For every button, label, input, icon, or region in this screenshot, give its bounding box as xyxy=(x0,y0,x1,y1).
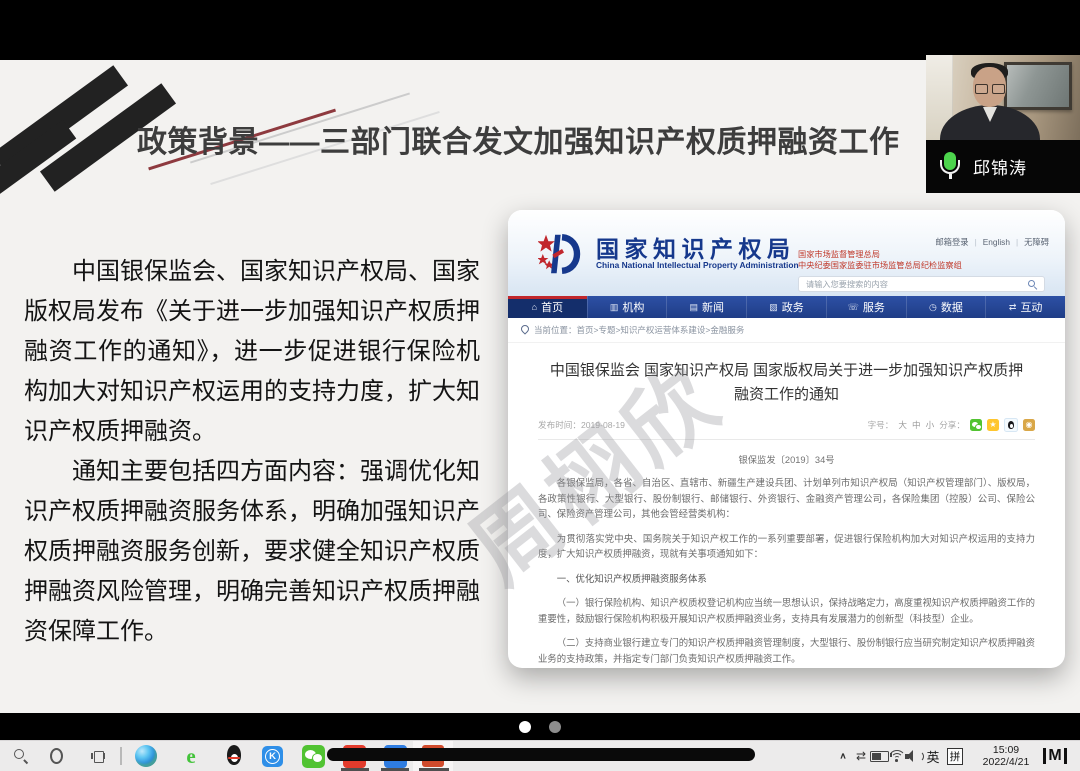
article: 中国银保监会 国家知识产权局 国家版权局关于进一步加强知识产权质押 融资工作的通… xyxy=(508,343,1065,666)
search-icon[interactable] xyxy=(1028,280,1037,289)
share-wechat-icon[interactable] xyxy=(970,419,982,431)
cortana-icon[interactable] xyxy=(50,748,63,764)
link-accessible[interactable]: 无障碍 xyxy=(1024,236,1049,248)
font-size-medium-button[interactable]: 中 xyxy=(912,419,921,431)
slide-body: 中国银保监会、国家知识产权局、国家版权局发布《关于进一步加强知识产权质押融资工作… xyxy=(24,252,480,652)
webcam-name-bar: 邱锦涛 xyxy=(926,140,1080,193)
clock-date: 2022/4/21 xyxy=(974,756,1038,769)
k-app-icon[interactable]: K xyxy=(262,746,283,767)
presenter-name: 邱锦涛 xyxy=(973,154,1027,179)
hidden-icons-chevron-icon[interactable]: ∧ xyxy=(839,751,846,760)
clock-chart-icon: ◷ xyxy=(929,302,937,313)
site-top-links: 邮箱登录 | English | 无障碍 xyxy=(935,236,1049,248)
link-english[interactable]: English xyxy=(983,237,1010,247)
cnipa-logo-icon xyxy=(538,230,586,278)
site-nav-gov[interactable]: ▧ 政务 xyxy=(746,296,826,318)
search-placeholder: 请输入您要搜索的内容 xyxy=(806,278,888,290)
webcam-video: 邱锦涛 xyxy=(926,55,1080,193)
article-paragraph: 为贯彻落实党中央、国务院关于知识产权工作的一系列重要部署，促进银行保险机构加大对… xyxy=(538,531,1035,562)
article-paragraph: （二）支持商业银行建立专门的知识产权质押融资管理制度，大型银行、股份制银行应当研… xyxy=(538,635,1035,666)
home-icon: ⌂ xyxy=(532,302,537,312)
interact-icon: ⇄ xyxy=(1009,302,1017,313)
font-size-label: 字号： xyxy=(868,419,894,431)
site-logo-title: 国家知识产权局 xyxy=(596,230,796,264)
article-section-heading: 一、优化知识产权质押融资服务体系 xyxy=(538,571,1035,587)
font-size-large-button[interactable]: 大 xyxy=(898,419,907,431)
site-search-input[interactable]: 请输入您要搜索的内容 xyxy=(798,276,1045,292)
document-icon: ▧ xyxy=(769,302,778,313)
news-icon: ▤ xyxy=(690,302,699,313)
share-qq-icon[interactable] xyxy=(1004,418,1018,432)
site-header: 国家知识产权局 China National Intellectual Prop… xyxy=(508,210,1065,296)
edge-browser-icon[interactable] xyxy=(135,745,157,767)
slide-pagination xyxy=(0,713,1080,740)
article-paragraph: 各银保监局，各省、自治区、直辖市、新疆生产建设兵团、计划单列市知识产权局（知识产… xyxy=(538,475,1035,522)
picture-frame xyxy=(1004,62,1072,110)
slide-dot[interactable] xyxy=(549,721,561,733)
link-mail-login[interactable]: 邮箱登录 xyxy=(935,236,968,248)
share-qzone-icon[interactable]: ★ xyxy=(987,419,999,431)
green-browser-icon[interactable]: e xyxy=(186,746,195,767)
breadcrumb: 当前位置：首页>专题>知识产权运营体系建设>金融服务 xyxy=(508,318,1065,343)
presentation-slide: 政策背景——三部门联合发文加强知识产权质押融资工作 中国银保监会、国家知识产权局… xyxy=(0,60,1080,713)
site-logo-subtitle: China National Intellectual Property Adm… xyxy=(596,260,799,270)
article-meta: 发布时间：2019-08-19 字号： 大 中 小 分享： ★ ◉ xyxy=(538,418,1035,440)
site-nav-data[interactable]: ◷ 数据 xyxy=(906,296,986,318)
clock-time: 15:09 xyxy=(974,744,1038,757)
task-view-icon[interactable] xyxy=(91,750,105,762)
battery-icon[interactable] xyxy=(870,751,889,762)
publish-time: 发布时间：2019-08-19 xyxy=(538,419,625,431)
taskbar: e K ••• ∧ ⇄ 英 拼 15:09 2022/4/21 M xyxy=(0,740,1080,771)
gov-website-screenshot: 国家知识产权局 China National Intellectual Prop… xyxy=(508,210,1065,668)
wechat-icon[interactable] xyxy=(302,745,325,768)
location-pin-icon xyxy=(519,323,530,334)
m-logo: M xyxy=(1043,748,1067,764)
font-size-small-button[interactable]: 小 xyxy=(926,419,935,431)
site-nav: ⌂ 首页 ▥ 机构 ▤ 新闻 ▧ 政务 ☏ 服务 xyxy=(508,296,1065,318)
ime-language-indicator[interactable]: 英 xyxy=(926,747,939,766)
site-nav-org[interactable]: ▥ 机构 xyxy=(587,296,667,318)
ime-pinyin-indicator[interactable]: 拼 xyxy=(947,748,963,765)
article-paragraph: （一）银行保险机构、知识产权质权登记机构应当统一思想认识，保持战略定力，高度重视… xyxy=(538,595,1035,626)
microphone-on-icon xyxy=(939,151,961,182)
redaction-bar xyxy=(327,748,755,761)
webcam-picture xyxy=(926,55,1080,140)
presenter-glasses xyxy=(975,84,1005,94)
building-icon: ▥ xyxy=(610,302,619,313)
slide-title: 政策背景——三部门联合发文加强知识产权质押融资工作 xyxy=(137,117,937,161)
site-nav-service[interactable]: ☏ 服务 xyxy=(826,296,906,318)
volume-icon[interactable] xyxy=(905,750,922,762)
taskbar-clock[interactable]: 15:09 2022/4/21 xyxy=(974,744,1038,769)
slide-paragraph: 通知主要包括四方面内容：强调优化知识产权质押融资服务体系，明确加强知识产权质押融… xyxy=(24,452,480,652)
site-nav-interact[interactable]: ⇄ 互动 xyxy=(985,296,1065,318)
supervisor-agency-lines: 国家市场监督管理总局 中央纪委国家监委驻市场监管总局纪检监察组 xyxy=(798,250,962,271)
site-nav-home[interactable]: ⌂ 首页 xyxy=(508,296,587,318)
article-title: 中国银保监会 国家知识产权局 国家版权局关于进一步加强知识产权质押 融资工作的通… xyxy=(538,359,1035,407)
taskbar-search-icon[interactable] xyxy=(13,748,29,764)
site-nav-news[interactable]: ▤ 新闻 xyxy=(666,296,746,318)
slide-dot-active[interactable] xyxy=(519,721,531,733)
wifi-icon[interactable] xyxy=(888,750,904,762)
sync-arrows-icon[interactable]: ⇄ xyxy=(856,749,866,763)
screen: 政策背景——三部门联合发文加强知识产权质押融资工作 中国银保监会、国家知识产权局… xyxy=(0,0,1080,771)
share-weibo-icon[interactable]: ◉ xyxy=(1023,419,1035,431)
slide-paragraph: 中国银保监会、国家知识产权局、国家版权局发布《关于进一步加强知识产权质押融资工作… xyxy=(24,252,480,452)
service-icon: ☏ xyxy=(848,302,859,313)
qq-icon[interactable] xyxy=(224,745,244,768)
share-label: 分享： xyxy=(939,419,965,431)
document-number: 银保监发〔2019〕34号 xyxy=(538,452,1035,466)
taskbar-separator xyxy=(120,747,122,765)
